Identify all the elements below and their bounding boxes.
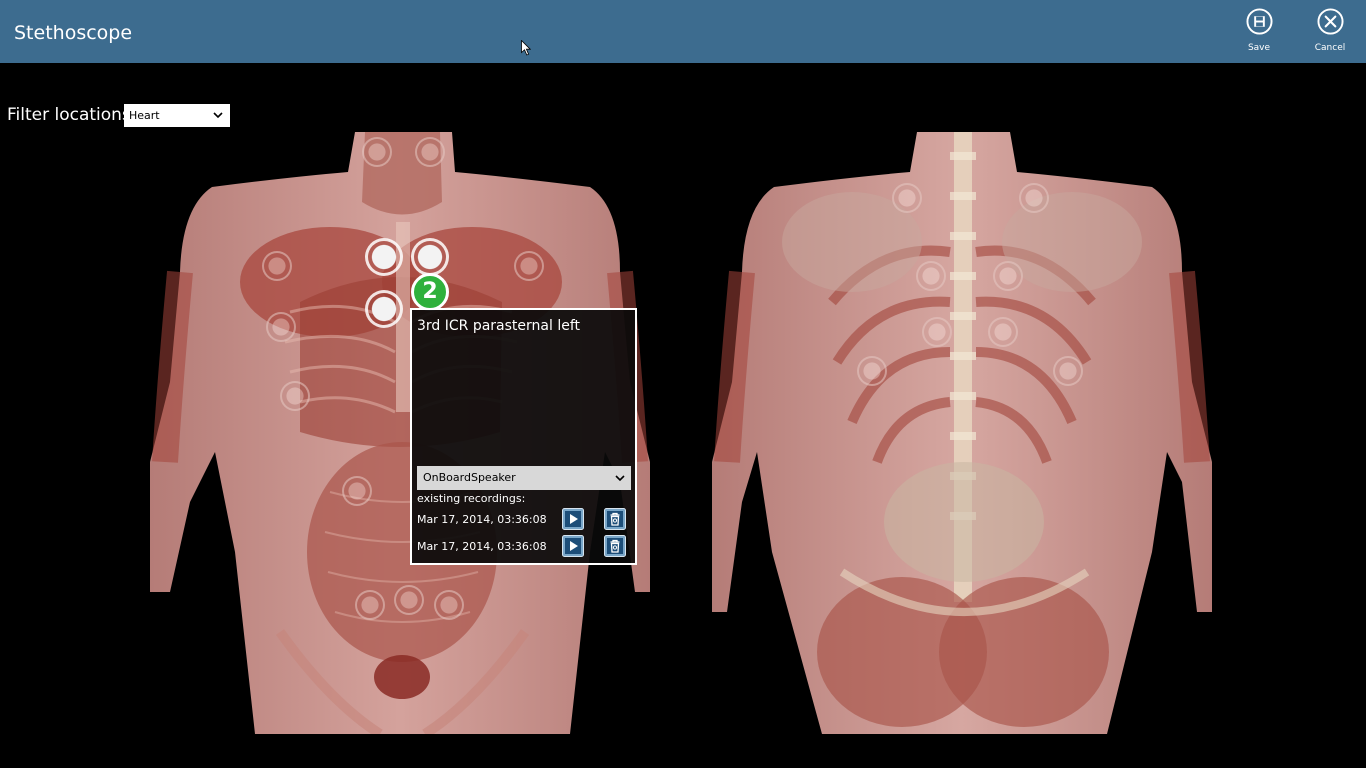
location-marker-heart[interactable] [365, 290, 403, 328]
location-marker-back[interactable] [1053, 356, 1083, 386]
location-marker-selected[interactable]: 2 [411, 273, 449, 311]
output-device-select[interactable]: OnBoardSpeaker [417, 466, 631, 490]
location-marker-heart[interactable] [365, 238, 403, 276]
location-marker-back[interactable] [988, 317, 1018, 347]
recording-date: Mar 17, 2014, 03:36:08 [417, 540, 547, 553]
location-popup: 3rd ICR parasternal left OnBoardSpeaker … [410, 308, 637, 565]
play-button[interactable] [562, 535, 584, 557]
delete-button[interactable] [604, 535, 626, 557]
location-marker-front[interactable] [355, 590, 385, 620]
location-marker-back[interactable] [1019, 183, 1049, 213]
location-marker-front[interactable] [266, 312, 296, 342]
delete-button[interactable] [604, 508, 626, 530]
recording-date: Mar 17, 2014, 03:36:08 [417, 513, 547, 526]
recording-row: Mar 17, 2014, 03:36:08 [417, 508, 632, 532]
location-marker-heart[interactable] [411, 238, 449, 276]
save-button[interactable]: Save [1231, 8, 1287, 60]
location-marker-back[interactable] [857, 356, 887, 386]
filter-locations-select[interactable]: Heart [124, 104, 230, 127]
save-label: Save [1247, 43, 1271, 53]
location-marker-front[interactable] [514, 251, 544, 281]
popup-title: 3rd ICR parasternal left [417, 318, 581, 334]
location-marker-front[interactable] [394, 585, 424, 615]
recording-row: Mar 17, 2014, 03:36:08 [417, 535, 632, 559]
close-icon [1316, 8, 1344, 35]
location-marker-back[interactable] [892, 183, 922, 213]
location-marker-front[interactable] [262, 251, 292, 281]
location-marker-back[interactable] [922, 317, 952, 347]
location-marker-front[interactable] [342, 476, 372, 506]
play-button[interactable] [562, 508, 584, 530]
output-device-value: OnBoardSpeaker [423, 471, 516, 484]
location-marker-front[interactable] [280, 381, 310, 411]
mouse-cursor-icon [521, 40, 531, 56]
chevron-down-icon [213, 112, 223, 119]
app-title: Stethoscope [14, 22, 133, 44]
chevron-down-icon [615, 475, 625, 482]
location-marker-back[interactable] [916, 261, 946, 291]
filter-label: Filter locations: [7, 105, 137, 125]
filter-selected-value: Heart [129, 109, 160, 122]
location-marker-front[interactable] [434, 590, 464, 620]
recordings-label: existing recordings: [417, 492, 526, 505]
body-back-illustration [712, 132, 1212, 734]
location-marker-front[interactable] [415, 137, 445, 167]
app-bar: Stethoscope Save Cancel [0, 0, 1366, 63]
location-marker-back[interactable] [993, 261, 1023, 291]
cancel-label: Cancel [1314, 43, 1346, 53]
cancel-button[interactable]: Cancel [1302, 8, 1358, 60]
save-icon [1245, 8, 1273, 35]
location-marker-front[interactable] [362, 137, 392, 167]
